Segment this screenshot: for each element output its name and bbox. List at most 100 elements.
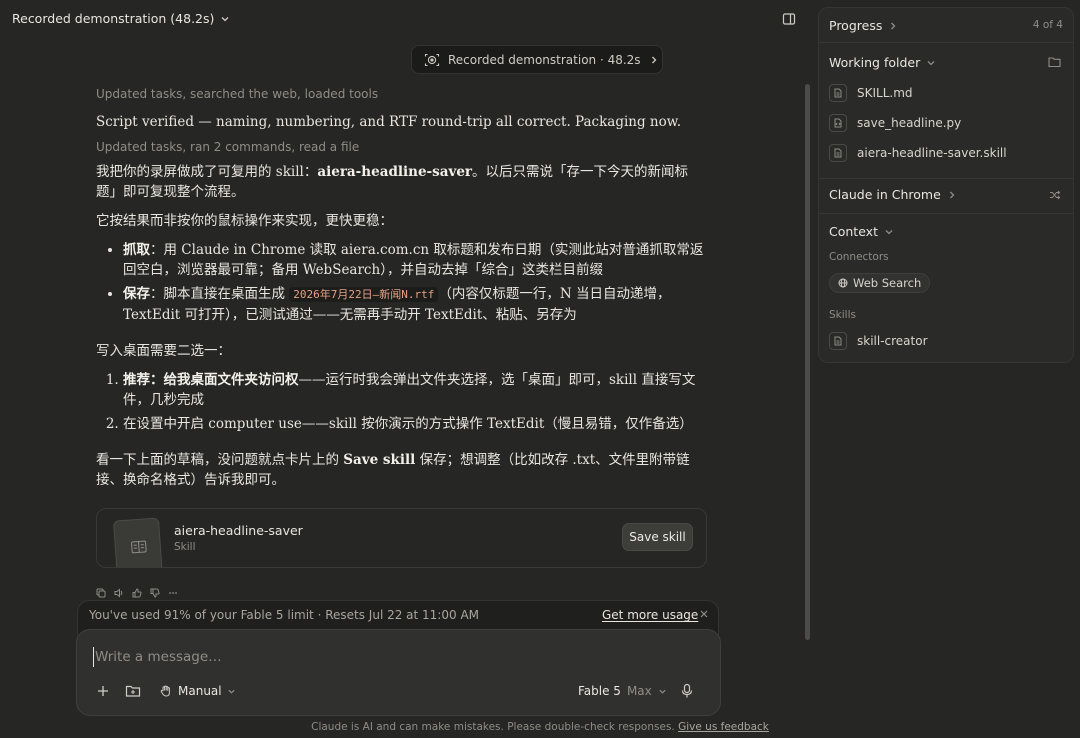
list-item-label: 抓取 [123, 242, 150, 258]
chevron-right-icon [649, 55, 659, 65]
model-selector[interactable]: Fable 5 Max [578, 682, 667, 700]
recording-label: Recorded demonstration · 48.2s [448, 52, 641, 67]
document-icon [829, 84, 847, 102]
recorded-demonstration-pill[interactable]: Recorded demonstration · 48.2s [411, 45, 663, 74]
skill-name: aiera-headline-saver [317, 164, 473, 180]
list-item: 抓取：用 Claude in Chrome 读取 aiera.com.cn 取标… [123, 240, 708, 280]
list-item: 保存：脚本直接在桌面生成 2026年7月22日—新闻N.rtf（内容仅标题一行，… [123, 284, 708, 325]
model-name: Fable 5 [578, 684, 621, 698]
claude-in-chrome-header[interactable]: Claude in Chrome [829, 187, 957, 202]
text: 看一下上面的草稿，没问题就点卡片上的 [96, 452, 344, 468]
tool-summary[interactable]: Updated tasks, searched the web, loaded … [96, 86, 708, 102]
progress-count: 4 of 4 [1032, 19, 1063, 31]
file-name: aiera-headline-saver.skill [857, 146, 1007, 160]
copy-icon[interactable] [96, 588, 106, 598]
text: ：用 Claude in Chrome 读取 aiera.com.cn 取标题和… [123, 242, 704, 278]
assistant-paragraph: 写入桌面需要二选一： [96, 343, 231, 359]
thumbs-up-icon[interactable] [132, 588, 142, 598]
chevron-right-icon [947, 190, 957, 200]
hand-icon [159, 684, 173, 698]
mode-label: Manual [178, 684, 222, 698]
list-item-label: 推荐：给我桌面文件夹访问权 [123, 372, 299, 388]
context-label: Context [829, 224, 878, 239]
inline-code: 2026年7月22日—新闻N.rtf [289, 287, 439, 302]
tool-summary[interactable]: Updated tasks, ran 2 commands, read a fi… [96, 139, 708, 155]
disclaimer-text: Claude is AI and can make mistakes. Plea… [311, 721, 675, 733]
usage-message: You've used 91% of your Fable 5 limit · … [89, 608, 480, 622]
numbered-list: 推荐：给我桌面文件夹访问权——运行时我会弹出文件夹选择，选「桌面」即可，skil… [96, 370, 708, 434]
document-icon [829, 332, 847, 350]
message-actions [96, 588, 178, 598]
chevron-right-icon [888, 21, 898, 31]
folder-add-icon[interactable] [125, 682, 141, 700]
file-item[interactable]: SKILL.md [829, 84, 913, 102]
microphone-icon[interactable] [680, 682, 694, 700]
message-composer: Manual Fable 5 Max [76, 629, 721, 716]
skill-name: skill-creator [857, 334, 928, 348]
recording-icon [424, 52, 440, 68]
divider [819, 42, 1073, 43]
more-icon[interactable] [168, 588, 178, 598]
skill-card-type: Skill [174, 541, 196, 553]
conversation-title-menu[interactable]: Recorded demonstration (48.2s) [12, 11, 230, 26]
file-item[interactable]: save_headline.py [829, 114, 961, 132]
chevron-down-icon [658, 687, 667, 696]
skill-card-name: aiera-headline-saver [174, 523, 303, 538]
globe-icon [838, 278, 848, 288]
message-input[interactable] [93, 647, 653, 667]
chevron-down-icon [884, 227, 894, 237]
conversation-title: Recorded demonstration (48.2s) [12, 11, 215, 26]
get-more-usage-link[interactable]: Get more usage [602, 608, 698, 622]
text: 在设置中开启 computer use——skill 按你演示的方式操作 Tex… [123, 416, 693, 432]
progress-label: Progress [829, 18, 883, 33]
assistant-paragraph: 我把你的录屏做成了可复用的 skill：aiera-headline-saver… [96, 162, 708, 202]
skill-card[interactable]: aiera-headline-saver Skill Save skill [96, 508, 707, 568]
chevron-down-icon [220, 14, 230, 24]
book-icon [131, 540, 147, 554]
bullet-list: 抓取：用 Claude in Chrome 读取 aiera.com.cn 取标… [96, 240, 708, 325]
save-skill-button[interactable]: Save skill [622, 523, 693, 551]
text: 我把你的录屏做成了可复用的 skill： [96, 164, 318, 180]
folder-icon[interactable] [1048, 56, 1061, 68]
document-icon [829, 144, 847, 162]
connectors-label: Connectors [829, 251, 889, 263]
web-search-connector[interactable]: Web Search [829, 273, 931, 293]
assistant-paragraph: 它按结果而非按你的鼠标操作来实现，更快更稳： [96, 213, 393, 229]
close-icon[interactable] [697, 607, 711, 621]
list-item-label: 保存 [123, 286, 150, 302]
skill-item[interactable]: skill-creator [829, 332, 928, 350]
connector-label: Web Search [853, 276, 922, 290]
code-file-icon [829, 114, 847, 132]
working-folder-header[interactable]: Working folder [829, 55, 936, 70]
divider [819, 178, 1073, 179]
context-header[interactable]: Context [829, 224, 894, 239]
assistant-paragraph: 看一下上面的草稿，没问题就点卡片上的 Save skill 保存；想调整（比如改… [96, 450, 708, 490]
feedback-link[interactable]: Give us feedback [678, 721, 769, 733]
mode-selector[interactable]: Manual [159, 682, 236, 700]
add-icon[interactable] [96, 682, 110, 700]
file-name: save_headline.py [857, 116, 962, 130]
model-effort: Max [626, 684, 652, 698]
shuffle-icon[interactable] [1049, 190, 1061, 200]
side-panel: Progress 4 of 4 Working folder SKILL.md … [818, 7, 1074, 363]
file-item[interactable]: aiera-headline-saver.skill [829, 144, 1007, 162]
thumbs-down-icon[interactable] [150, 588, 160, 598]
chat-transcript: Updated tasks, searched the web, loaded … [96, 80, 708, 490]
speaker-icon[interactable] [114, 588, 124, 598]
chat-scrollbar[interactable] [805, 84, 810, 640]
progress-header[interactable]: Progress [829, 18, 898, 33]
top-bar: Recorded demonstration (48.2s) [0, 0, 808, 40]
disclaimer: Claude is AI and can make mistakes. Plea… [0, 721, 1080, 733]
file-name: SKILL.md [857, 86, 913, 100]
skill-document-thumbnail [112, 517, 164, 567]
chevron-down-icon [926, 58, 936, 68]
working-folder-label: Working folder [829, 55, 921, 70]
save-skill-mention: Save skill [343, 452, 416, 468]
list-item: 在设置中开启 computer use——skill 按你演示的方式操作 Tex… [123, 414, 708, 434]
claude-in-chrome-label: Claude in Chrome [829, 187, 941, 202]
assistant-message-line: Script verified — naming, numbering, and… [96, 114, 682, 130]
skills-label: Skills [829, 309, 856, 321]
divider [819, 213, 1073, 214]
sidebar-toggle-icon[interactable] [782, 12, 798, 28]
chevron-down-icon [227, 687, 236, 696]
